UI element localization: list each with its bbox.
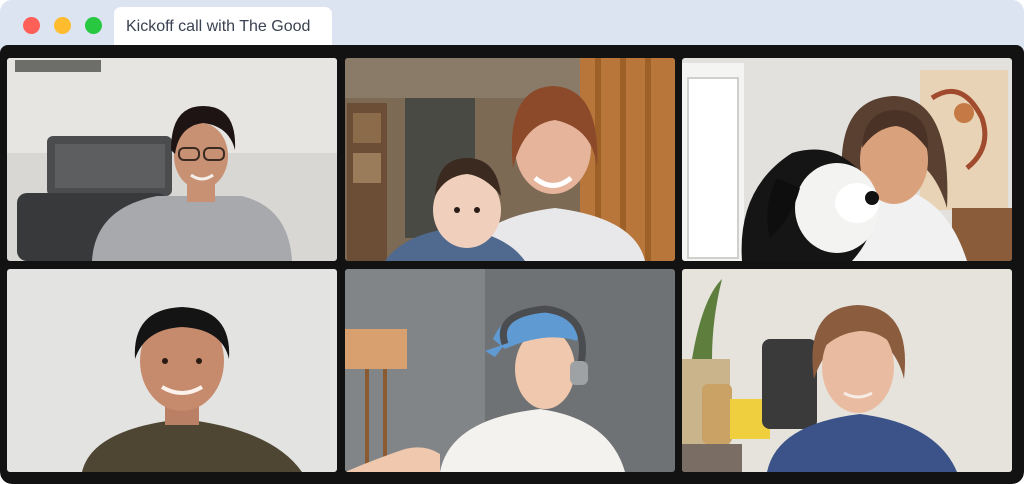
title-bar: Kickoff call with The Good [0, 0, 1024, 46]
window-tab-title[interactable]: Kickoff call with The Good [114, 7, 332, 46]
close-button[interactable] [23, 17, 40, 34]
participant-video-5 [345, 269, 675, 472]
participant-tile-4[interactable] [7, 269, 337, 472]
video-grid [0, 45, 1024, 484]
participant-video-2 [345, 58, 675, 261]
minimize-button[interactable] [54, 17, 71, 34]
participant-tile-6[interactable] [682, 269, 1012, 472]
participant-video-1 [7, 58, 337, 261]
app-window: Kickoff call with The Good [0, 0, 1024, 484]
participant-video-3 [682, 58, 1012, 261]
participant-tile-1[interactable] [7, 58, 337, 261]
participant-tile-5[interactable] [345, 269, 675, 472]
participant-tile-3[interactable] [682, 58, 1012, 261]
participant-video-6 [682, 269, 1012, 472]
participant-video-4 [7, 269, 337, 472]
participant-tile-2[interactable] [345, 58, 675, 261]
zoom-button[interactable] [85, 17, 102, 34]
